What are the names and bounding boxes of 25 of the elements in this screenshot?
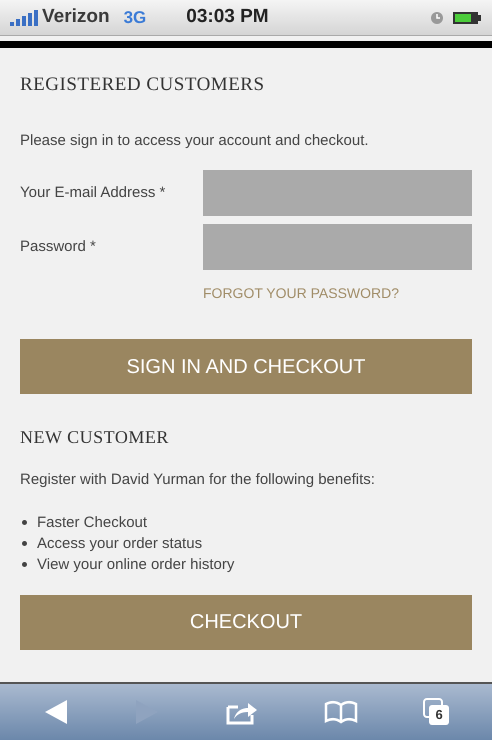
network-type: 3G	[124, 6, 146, 29]
checkout-button[interactable]: CHECKOUT	[20, 594, 472, 650]
bullet-icon	[22, 520, 27, 524]
forgot-password-link[interactable]: FORGOT YOUR PASSWORD?	[203, 283, 400, 304]
sign-in-button[interactable]: SIGN IN AND CHECKOUT	[20, 339, 472, 394]
benefit-item: Faster Checkout	[37, 512, 148, 532]
benefit-item: Access your order status	[37, 534, 202, 554]
bullet-icon	[22, 562, 27, 566]
book-icon[interactable]	[324, 700, 358, 724]
carrier-name: Verizon	[42, 5, 110, 30]
field-label: Password *	[20, 236, 97, 257]
section-title: REGISTERED CUSTOMERS	[20, 73, 266, 97]
section-title: NEW CUSTOMER	[20, 426, 170, 449]
back-icon[interactable]	[42, 698, 69, 726]
intro-text: Please sign in to access your account and checkout.	[20, 130, 370, 150]
battery-icon	[452, 10, 482, 24]
clock-icon	[430, 10, 444, 24]
signal-icon	[10, 10, 40, 26]
benefit-item: View your online order history	[37, 554, 234, 574]
input-field[interactable]	[203, 170, 472, 216]
input-field[interactable]	[203, 224, 472, 270]
field-label: Your E-mail Address *	[20, 182, 166, 203]
clock-time: 03:03 PM	[186, 5, 269, 30]
bullet-icon	[22, 540, 27, 546]
intro-text: Register with David Yurman for the following benefits:	[20, 470, 376, 490]
